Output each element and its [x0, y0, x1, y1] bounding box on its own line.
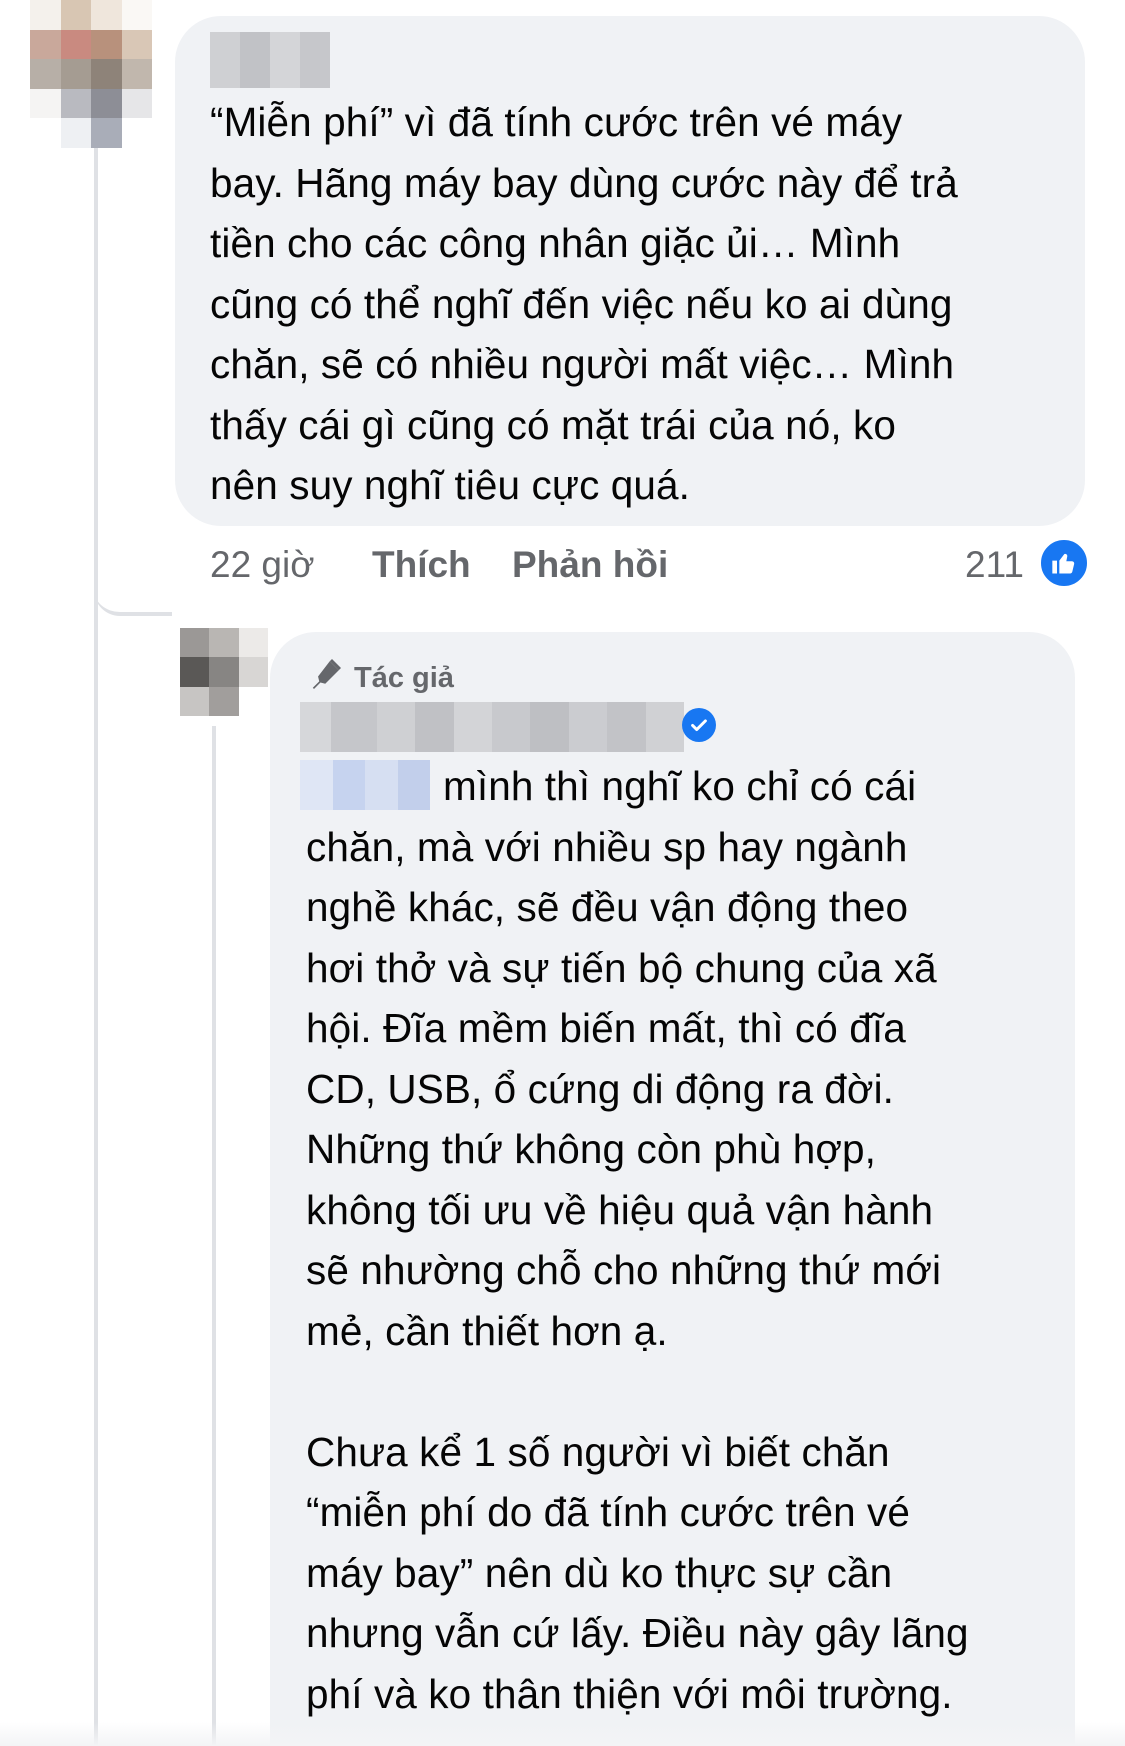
thread-line-reply: [212, 726, 216, 1746]
pen-icon: [308, 656, 344, 700]
like-button[interactable]: Thích: [372, 544, 471, 586]
commenter-name-blurred[interactable]: [210, 32, 330, 88]
reply-text: mình thì nghĩ ko chỉ có cái chăn, mà với…: [306, 763, 969, 1717]
reply-button[interactable]: Phản hồi: [512, 544, 668, 586]
commenter-avatar[interactable]: [30, 0, 152, 148]
comment-text: “Miễn phí” vì đã tính cước trên vé máy b…: [210, 99, 958, 508]
comment-timestamp[interactable]: 22 giờ: [210, 544, 315, 586]
thread-connector-curve: [94, 520, 172, 616]
comment-actions: 22 giờ Thích Phản hồi: [210, 544, 810, 590]
author-name-blurred[interactable]: [300, 702, 684, 752]
author-badge-label: Tác giả: [354, 661, 454, 694]
like-icon: [1038, 537, 1090, 589]
verified-check-icon: [682, 708, 716, 742]
thread-line-left: [94, 140, 98, 1746]
reaction-count[interactable]: 211: [965, 544, 1024, 586]
author-badge: Tác giả: [308, 656, 454, 700]
author-avatar[interactable]: [180, 628, 268, 716]
scroll-fade: [0, 1722, 1125, 1746]
